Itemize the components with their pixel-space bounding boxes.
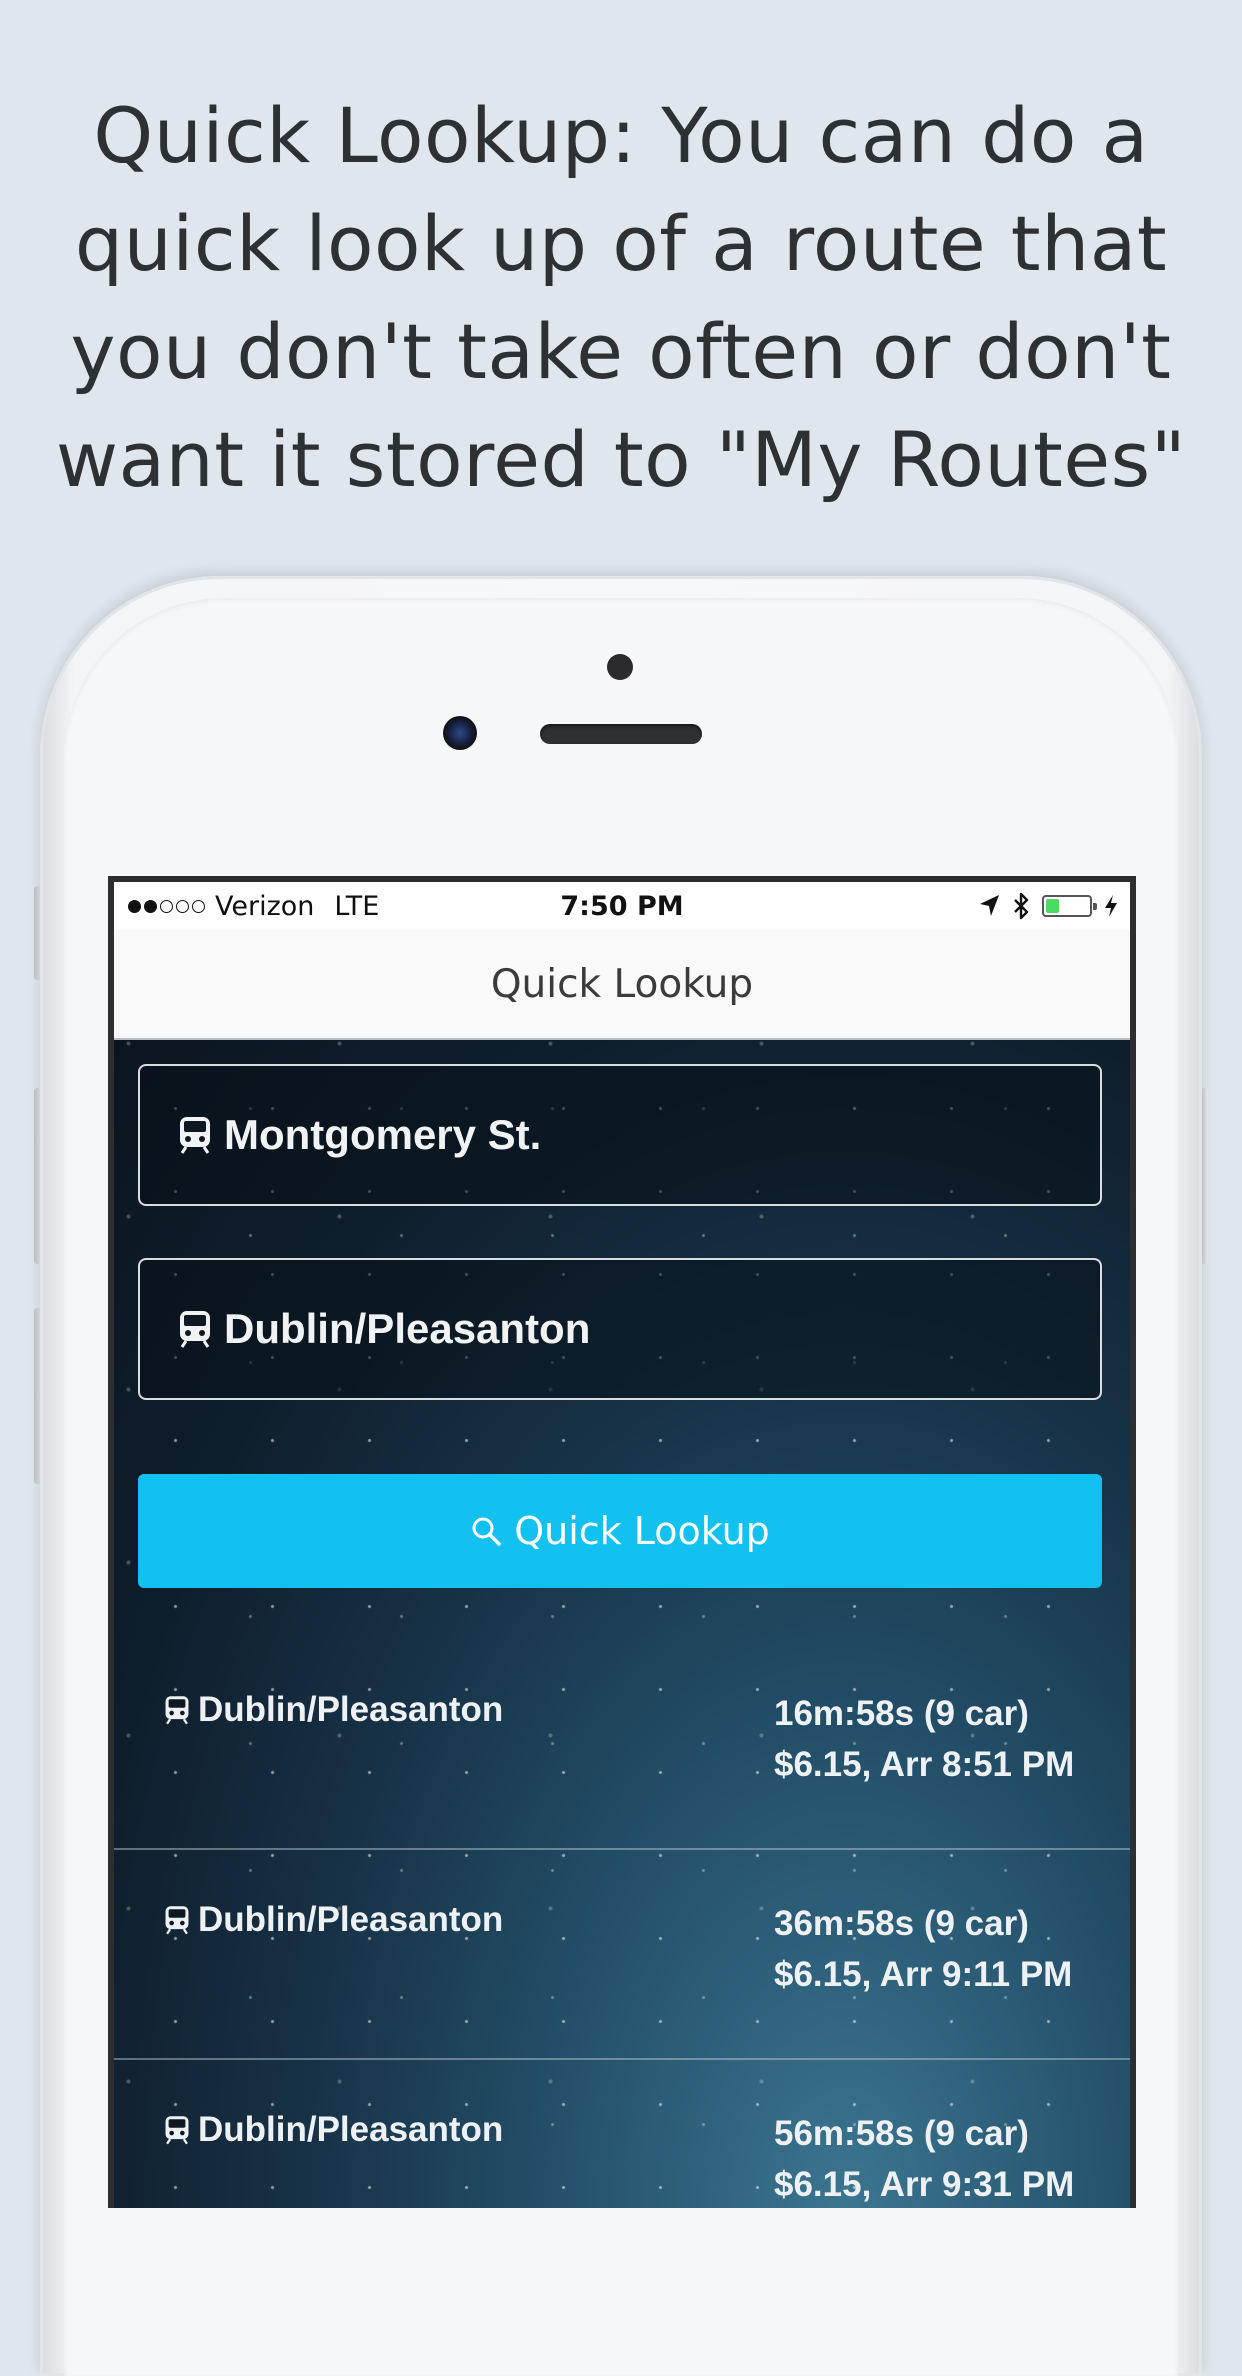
proximity-sensor <box>607 654 633 680</box>
nav-bar: Quick Lookup <box>114 930 1130 1040</box>
battery-icon <box>1042 895 1097 917</box>
battery-level <box>1046 899 1059 913</box>
quick-lookup-button-label: Quick Lookup <box>514 1509 770 1553</box>
result-info: 36m:58s (9 car) $6.15, Arr 9:11 PM <box>774 1898 1072 2000</box>
train-icon <box>165 2116 189 2145</box>
train-icon <box>165 1696 189 1725</box>
search-icon <box>472 1517 501 1546</box>
status-right <box>978 892 1118 920</box>
location-arrow-icon <box>980 895 999 916</box>
result-destination: Dublin/Pleasanton <box>164 2110 503 2150</box>
result-fare-arrival: $6.15, Arr 9:31 PM <box>774 2165 1075 2204</box>
lookup-content: Montgomery St. Dublin/Pleasanton Quick L… <box>114 1040 1130 2208</box>
result-duration: 56m:58s (9 car) <box>774 2114 1029 2153</box>
train-icon <box>180 1117 210 1154</box>
results-list: Dublin/Pleasanton 16m:58s (9 car) $6.15,… <box>114 1640 1130 2208</box>
result-row[interactable]: Dublin/Pleasanton 16m:58s (9 car) $6.15,… <box>114 1640 1130 1850</box>
train-icon <box>165 1906 189 1935</box>
result-info: 16m:58s (9 car) $6.15, Arr 8:51 PM <box>774 1688 1074 1790</box>
result-destination: Dublin/Pleasanton <box>164 1900 503 1940</box>
status-bar: Verizon LTE 7:50 PM <box>114 882 1130 930</box>
result-destination-label: Dublin/Pleasanton <box>198 1690 504 1729</box>
bluetooth-icon <box>1014 892 1029 920</box>
result-destination-label: Dublin/Pleasanton <box>198 1900 504 1939</box>
result-duration: 36m:58s (9 car) <box>774 1904 1029 1943</box>
phone-screen: Verizon LTE 7:50 PM Quick Lookup Montgom… <box>108 876 1136 2208</box>
result-fare-arrival: $6.15, Arr 9:11 PM <box>774 1955 1073 1994</box>
result-destination: Dublin/Pleasanton <box>164 1690 503 1730</box>
result-info: 56m:58s (9 car) $6.15, Arr 9:31 PM <box>774 2108 1074 2208</box>
result-row[interactable]: Dublin/Pleasanton 36m:58s (9 car) $6.15,… <box>114 1850 1130 2060</box>
marketing-headline: Quick Lookup: You can do a quick look up… <box>55 91 1187 504</box>
earpiece-speaker <box>540 724 702 744</box>
train-icon <box>180 1311 210 1348</box>
front-camera-icon <box>443 716 477 750</box>
origin-station-value: Montgomery St. <box>224 1111 542 1158</box>
charging-bolt-icon <box>1105 895 1117 917</box>
destination-station-field[interactable]: Dublin/Pleasanton <box>138 1258 1102 1400</box>
origin-station-field[interactable]: Montgomery St. <box>138 1064 1102 1206</box>
result-row[interactable]: Dublin/Pleasanton 56m:58s (9 car) $6.15,… <box>114 2060 1130 2208</box>
result-duration: 16m:58s (9 car) <box>774 1694 1029 1733</box>
quick-lookup-button[interactable]: Quick Lookup <box>138 1474 1102 1588</box>
result-fare-arrival: $6.15, Arr 8:51 PM <box>774 1745 1075 1784</box>
destination-station-value: Dublin/Pleasanton <box>224 1305 591 1352</box>
nav-title: Quick Lookup <box>490 961 754 1007</box>
result-destination-label: Dublin/Pleasanton <box>198 2110 504 2149</box>
